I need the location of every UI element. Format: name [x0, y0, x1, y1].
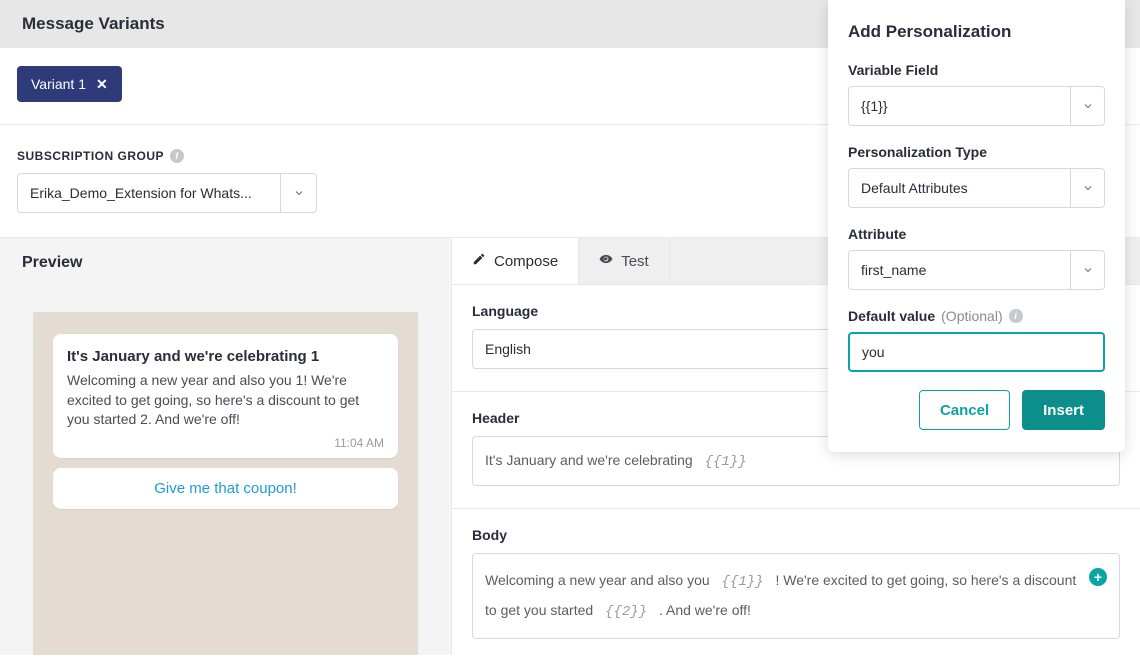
subscription-group-select[interactable]: Erika_Demo_Extension for Whats...	[17, 173, 317, 213]
variant-chip[interactable]: Variant 1 ✕	[17, 66, 122, 102]
message-bubble: It's January and we're celebrating 1 Wel…	[53, 334, 398, 458]
bubble-title: It's January and we're celebrating 1	[67, 348, 384, 365]
tab-compose-label: Compose	[494, 253, 558, 270]
personalization-type-label: Personalization Type	[848, 144, 987, 160]
bubble-body: Welcoming a new year and also you 1! We'…	[67, 371, 384, 430]
attribute-select[interactable]: first_name	[848, 250, 1105, 290]
close-icon[interactable]: ✕	[96, 77, 108, 91]
default-value-label-text: Default value	[848, 308, 935, 324]
tab-test-label: Test	[621, 253, 649, 270]
chevron-down-icon	[1070, 251, 1104, 289]
personalization-type-group: Personalization Type Default Attributes	[848, 144, 1105, 208]
personalization-type-select[interactable]: Default Attributes	[848, 168, 1105, 208]
cancel-button[interactable]: Cancel	[919, 390, 1010, 430]
subscription-group-label: SUBSCRIPTION GROUP i	[17, 149, 184, 163]
chevron-down-icon	[1070, 87, 1104, 125]
subscription-group-value: Erika_Demo_Extension for Whats...	[18, 185, 280, 201]
tab-test[interactable]: Test	[579, 238, 670, 284]
chevron-down-icon	[1070, 169, 1104, 207]
pencil-icon	[472, 252, 486, 270]
subscription-group-label-text: SUBSCRIPTION GROUP	[17, 149, 164, 163]
body-editor[interactable]: Welcoming a new year and also you {{1}} …	[472, 553, 1120, 639]
variable-field-select[interactable]: {{1}}	[848, 86, 1105, 126]
liquid-token[interactable]: {{2}}	[599, 598, 653, 626]
attribute-label: Attribute	[848, 226, 906, 242]
info-icon[interactable]: i	[1009, 309, 1023, 323]
header-text: It's January and we're celebrating	[485, 452, 697, 468]
page-title: Message Variants	[22, 14, 165, 34]
bubble-timestamp: 11:04 AM	[67, 436, 384, 450]
variable-field-group: Variable Field {{1}}	[848, 62, 1105, 126]
liquid-token[interactable]: {{1}}	[699, 451, 753, 473]
insert-button[interactable]: Insert	[1022, 390, 1105, 430]
attribute-value: first_name	[849, 262, 1070, 278]
language-value: English	[485, 341, 531, 357]
personalization-type-value: Default Attributes	[849, 180, 1070, 196]
default-value-label: Default value (Optional) i	[848, 308, 1023, 324]
chat-preview-background: It's January and we're celebrating 1 Wel…	[33, 312, 418, 655]
variable-field-label: Variable Field	[848, 62, 938, 78]
personalization-panel: Add Personalization Variable Field {{1}}…	[828, 0, 1125, 452]
body-section: Body Welcoming a new year and also you {…	[452, 509, 1140, 655]
body-text-seg1: Welcoming a new year and also you	[485, 572, 714, 588]
variable-field-value: {{1}}	[849, 98, 1070, 114]
panel-title: Add Personalization	[848, 22, 1105, 42]
info-icon[interactable]: i	[170, 149, 184, 163]
add-personalization-button[interactable]: +	[1089, 568, 1107, 586]
body-text-seg3: . And we're off!	[655, 602, 751, 618]
body-label: Body	[472, 527, 1120, 543]
preview-column: Preview It's January and we're celebrati…	[0, 238, 452, 655]
default-value-input[interactable]	[848, 332, 1105, 372]
default-value-group: Default value (Optional) i	[848, 308, 1105, 372]
cta-button[interactable]: Give me that coupon!	[53, 468, 398, 509]
default-value-optional: (Optional)	[941, 308, 1002, 324]
liquid-token[interactable]: {{1}}	[716, 568, 770, 596]
preview-title: Preview	[0, 238, 451, 288]
attribute-group: Attribute first_name	[848, 226, 1105, 290]
variant-chip-label: Variant 1	[31, 76, 86, 92]
chevron-down-icon	[280, 174, 316, 212]
eye-icon	[599, 252, 613, 270]
panel-buttons: Cancel Insert	[848, 390, 1105, 430]
tab-compose[interactable]: Compose	[452, 238, 579, 284]
